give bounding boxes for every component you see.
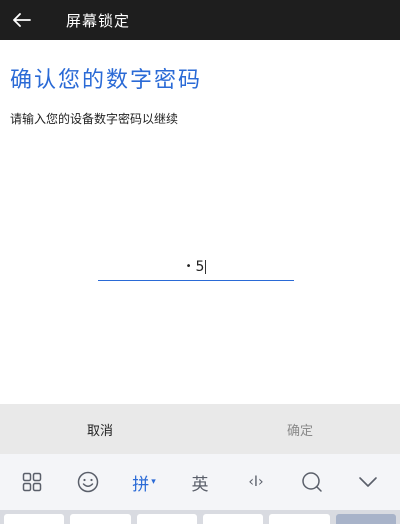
app-bar: 屏幕锁定: [0, 0, 400, 40]
arrow-left-icon: [13, 13, 31, 27]
cursor-icon: ‹I›: [248, 474, 264, 490]
confirm-button[interactable]: 确定: [200, 404, 400, 454]
cancel-button[interactable]: 取消: [0, 404, 200, 454]
ime-grid-button[interactable]: [12, 462, 52, 502]
pin-visible-digit: 5: [195, 259, 205, 275]
pin-mask-dot: •: [185, 260, 192, 272]
keyboard-keys-row: [0, 510, 400, 524]
keyboard-key[interactable]: [269, 514, 330, 524]
ime-search-button[interactable]: [292, 462, 332, 502]
action-bar: 取消 确定: [0, 404, 400, 454]
grid-icon: [22, 472, 42, 492]
screen-lock-screen: 屏幕锁定 确认您的数字密码 请输入您的设备数字密码以继续 • 5 取消 确定 拼…: [0, 0, 400, 524]
confirm-pin-heading: 确认您的数字密码: [10, 68, 203, 93]
keyboard-key[interactable]: [4, 514, 65, 524]
page-title: 屏幕锁定: [66, 11, 131, 30]
dropdown-triangle-icon: ▾: [151, 477, 156, 487]
english-label: 英: [191, 474, 209, 495]
ime-emoji-button[interactable]: [68, 462, 108, 502]
ime-english-button[interactable]: 英: [180, 462, 220, 502]
chevron-down-icon: [359, 477, 377, 487]
keyboard-key[interactable]: [136, 514, 197, 524]
search-icon: [302, 472, 322, 492]
keyboard-key[interactable]: [202, 514, 264, 524]
ime-toolbar: 拼 ▾ 英 ‹I›: [0, 454, 400, 510]
ime-cursor-button[interactable]: ‹I›: [236, 462, 276, 502]
back-button[interactable]: [0, 0, 44, 40]
ime-collapse-button[interactable]: [348, 462, 388, 502]
pinyin-label: 拼: [132, 474, 150, 495]
pin-input[interactable]: • 5: [98, 254, 294, 281]
keyboard-key[interactable]: [70, 514, 131, 524]
keyboard-key[interactable]: [335, 514, 396, 524]
instruction-text: 请输入您的设备数字密码以继续: [10, 112, 179, 126]
emoji-icon: [77, 471, 99, 493]
ime-pinyin-button[interactable]: 拼 ▾: [124, 462, 164, 502]
text-cursor: [205, 260, 207, 274]
